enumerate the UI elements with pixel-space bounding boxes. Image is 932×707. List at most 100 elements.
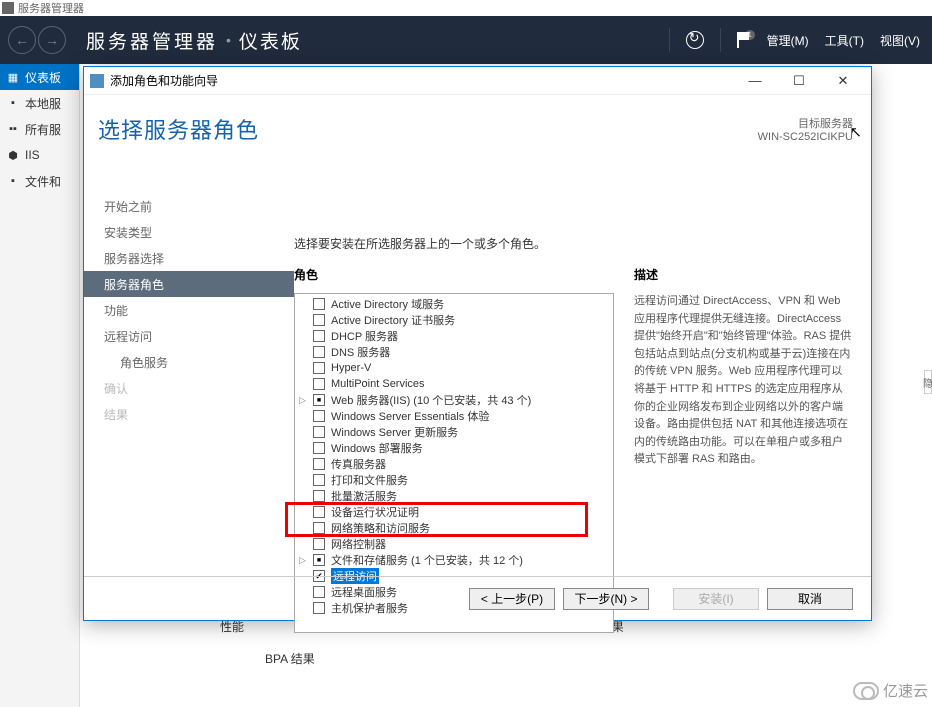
server-icon: ▪ <box>6 96 20 110</box>
desc-heading: 描述 <box>634 266 853 283</box>
role-label: DNS 服务器 <box>331 344 390 360</box>
sidebar-item-dashboard[interactable]: ▦仪表板 <box>0 64 79 90</box>
role-item[interactable]: Windows 部署服务 <box>295 440 613 456</box>
sidebar-item-iis[interactable]: ⬢IIS <box>0 142 79 168</box>
add-roles-wizard: 添加角色和功能向导 — ☐ ✕ 选择服务器角色 ↖ 目标服务器 WIN-SC25… <box>83 66 872 621</box>
role-checkbox[interactable] <box>313 362 325 374</box>
nav-back-button[interactable]: ← <box>8 26 36 54</box>
wizard-footer: < 上一步(P) 下一步(N) > 安装(I) 取消 <box>84 576 871 620</box>
role-item[interactable]: Hyper-V <box>295 360 613 376</box>
wizard-nav-features[interactable]: 功能 <box>84 297 294 323</box>
wizard-instruction: 选择要安装在所选服务器上的一个或多个角色。 <box>294 235 853 252</box>
role-item[interactable]: ▷ Web 服务器(IIS) (10 个已安装，共 43 个) <box>295 392 613 408</box>
role-label: Hyper-V <box>331 362 371 374</box>
wizard-nav-role-services[interactable]: 角色服务 <box>84 349 294 375</box>
role-item[interactable]: 传真服务器 <box>295 456 613 472</box>
refresh-icon[interactable] <box>686 31 704 49</box>
sidebar-item-files[interactable]: ▪文件和 <box>0 168 79 194</box>
role-checkbox[interactable] <box>313 314 325 326</box>
menu-manage[interactable]: 管理(M) <box>767 32 809 49</box>
role-checkbox[interactable] <box>313 346 325 358</box>
role-item[interactable]: Windows Server 更新服务 <box>295 424 613 440</box>
install-button[interactable]: 安装(I) <box>673 588 759 610</box>
wizard-destination: 目标服务器 WIN-SC252ICIKPU <box>758 115 853 143</box>
wizard-titlebar[interactable]: 添加角色和功能向导 — ☐ ✕ <box>84 67 871 95</box>
role-label: Active Directory 域服务 <box>331 296 444 312</box>
close-button[interactable]: ✕ <box>821 68 865 94</box>
role-item[interactable]: 设备运行状况证明 <box>295 504 613 520</box>
role-label: 批量激活服务 <box>331 488 397 504</box>
header-title: 服务器管理器 <box>86 27 218 54</box>
wizard-title: 添加角色和功能向导 <box>110 72 218 89</box>
role-item[interactable]: 批量激活服务 <box>295 488 613 504</box>
role-checkbox[interactable] <box>313 298 325 310</box>
servers-icon: ▪▪ <box>6 122 20 136</box>
role-checkbox[interactable] <box>313 458 325 470</box>
role-item[interactable]: DHCP 服务器 <box>295 328 613 344</box>
role-checkbox[interactable] <box>313 394 325 406</box>
role-label: Windows 部署服务 <box>331 440 423 456</box>
header-subtitle: 仪表板 <box>239 27 302 54</box>
role-checkbox[interactable] <box>313 490 325 502</box>
maximize-button[interactable]: ☐ <box>777 68 821 94</box>
wizard-nav-before-begin[interactable]: 开始之前 <box>84 193 294 219</box>
wizard-nav-server-select[interactable]: 服务器选择 <box>84 245 294 271</box>
app-title-bar: 服务器管理器 <box>0 0 932 16</box>
notifications-icon[interactable]: 1 <box>737 32 751 48</box>
role-item[interactable]: ▷ 文件和存储服务 (1 个已安装，共 12 个) <box>295 552 613 568</box>
wizard-nav-server-roles[interactable]: 服务器角色 <box>84 271 294 297</box>
role-checkbox[interactable] <box>313 442 325 454</box>
next-button[interactable]: 下一步(N) > <box>563 588 649 610</box>
expand-icon[interactable]: ▷ <box>299 555 307 566</box>
role-item[interactable]: 打印和文件服务 <box>295 472 613 488</box>
role-checkbox[interactable] <box>313 474 325 486</box>
role-checkbox[interactable] <box>313 522 325 534</box>
wizard-nav-remote-access[interactable]: 远程访问 <box>84 323 294 349</box>
role-item[interactable]: 网络控制器 <box>295 536 613 552</box>
app-title: 服务器管理器 <box>18 0 84 16</box>
files-icon: ▪ <box>6 174 20 188</box>
app-icon <box>2 2 14 14</box>
role-checkbox[interactable] <box>313 410 325 422</box>
role-description: 远程访问通过 DirectAccess、VPN 和 Web 应用程序代理提供无缝… <box>634 293 853 469</box>
role-label: 传真服务器 <box>331 456 386 472</box>
role-checkbox[interactable] <box>313 506 325 518</box>
role-checkbox[interactable] <box>313 554 325 566</box>
cancel-button[interactable]: 取消 <box>767 588 853 610</box>
role-item[interactable]: DNS 服务器 <box>295 344 613 360</box>
side-tab[interactable]: 隐 <box>924 370 932 394</box>
watermark: 亿速云 <box>853 680 928 701</box>
wizard-nav-results[interactable]: 结果 <box>84 401 294 427</box>
role-label: Web 服务器(IIS) (10 个已安装，共 43 个) <box>331 392 531 408</box>
role-item[interactable]: Active Directory 域服务 <box>295 296 613 312</box>
role-checkbox[interactable] <box>313 330 325 342</box>
wizard-nav-install-type[interactable]: 安装类型 <box>84 219 294 245</box>
role-item[interactable]: Active Directory 证书服务 <box>295 312 613 328</box>
prev-button[interactable]: < 上一步(P) <box>469 588 555 610</box>
dashboard-icon: ▦ <box>6 70 20 84</box>
minimize-button[interactable]: — <box>733 68 777 94</box>
nav-forward-button[interactable]: → <box>38 26 66 54</box>
role-label: 网络策略和访问服务 <box>331 520 430 536</box>
menu-tools[interactable]: 工具(T) <box>825 32 864 49</box>
app-header: ← → 服务器管理器 • 仪表板 1 管理(M) 工具(T) 视图(V) <box>0 16 932 64</box>
role-label: 文件和存储服务 (1 个已安装，共 12 个) <box>331 552 523 568</box>
breadcrumb-separator: • <box>226 32 231 48</box>
sidebar-item-all[interactable]: ▪▪所有服 <box>0 116 79 142</box>
role-label: Windows Server 更新服务 <box>331 424 458 440</box>
menu-view[interactable]: 视图(V) <box>880 32 920 49</box>
role-checkbox[interactable] <box>313 538 325 550</box>
role-item[interactable]: MultiPoint Services <box>295 376 613 392</box>
role-checkbox[interactable] <box>313 378 325 390</box>
role-item[interactable]: Windows Server Essentials 体验 <box>295 408 613 424</box>
wizard-nav-confirm[interactable]: 确认 <box>84 375 294 401</box>
sidebar-item-local[interactable]: ▪本地服 <box>0 90 79 116</box>
nav-arrows: ← → <box>0 26 74 54</box>
role-item[interactable]: 网络策略和访问服务 <box>295 520 613 536</box>
role-label: 设备运行状况证明 <box>331 504 419 520</box>
expand-icon[interactable]: ▷ <box>299 395 307 406</box>
role-checkbox[interactable] <box>313 426 325 438</box>
role-label: 打印和文件服务 <box>331 472 408 488</box>
role-label: MultiPoint Services <box>331 378 425 390</box>
role-label: Windows Server Essentials 体验 <box>331 408 489 424</box>
